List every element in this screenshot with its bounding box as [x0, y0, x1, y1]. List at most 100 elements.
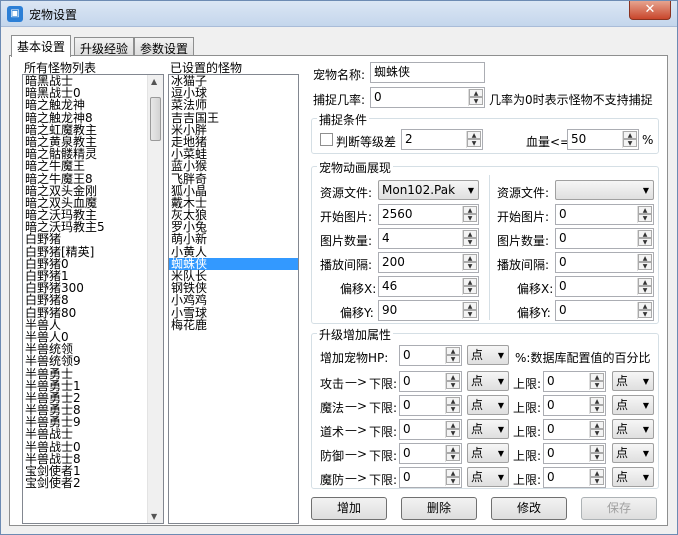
lower-limit-stepper[interactable]: 0 ▲ ▼ — [399, 443, 462, 464]
spin-arrows-icon[interactable]: ▲ ▼ — [589, 445, 604, 462]
scroll-up-icon[interactable]: ▲ — [151, 77, 157, 86]
level-diff-checkbox[interactable] — [320, 133, 333, 146]
save-button[interactable]: 保存 — [581, 497, 657, 520]
spin-arrows-icon[interactable]: ▲ ▼ — [468, 89, 483, 106]
set-monsters-listbox[interactable]: 冰猫子 逗小球 菜法师 吉吉国王 米小胖 走地猪 小菜蛙 蓝小猴 飞胖奇 狐小晶 戴木士 灰太狼 罗小兔… — [168, 74, 299, 524]
spin-arrows-icon[interactable]: ▲ ▼ — [462, 206, 477, 223]
spin-arrows-icon[interactable]: ▲ ▼ — [589, 421, 604, 438]
list-item[interactable]: 小鸡鸡 — [169, 294, 298, 306]
scroll-down-icon[interactable]: ▼ — [151, 512, 157, 521]
capture-rate-stepper[interactable]: 0 ▲ ▼ — [370, 87, 485, 108]
lower-limit-stepper[interactable]: 0 ▲ ▼ — [399, 371, 462, 392]
spin-arrows-icon[interactable]: ▲ ▼ — [445, 445, 460, 462]
upper-unit-select[interactable]: 点 ▼ — [612, 443, 654, 463]
spin-arrows-icon[interactable]: ▲ ▼ — [637, 206, 652, 223]
list-item[interactable]: 蓝小猴 — [169, 160, 298, 172]
spin-arrows-icon[interactable]: ▲ ▼ — [462, 254, 477, 271]
list-item[interactable]: 飞胖奇 — [169, 172, 298, 185]
upper-unit-select[interactable]: 点 ▼ — [612, 371, 654, 391]
upper-unit-select[interactable]: 点 ▼ — [612, 467, 654, 487]
left-start-stepper[interactable]: 2560 ▲ ▼ — [378, 204, 479, 225]
upper-limit-stepper[interactable]: 0 ▲ ▼ — [543, 395, 606, 416]
upper-unit-select[interactable]: 点 ▼ — [612, 395, 654, 415]
spin-arrows-icon[interactable]: ▲ ▼ — [462, 230, 477, 247]
right-start-stepper[interactable]: 0 ▲ ▼ — [555, 204, 654, 225]
upper-unit-select[interactable]: 点 ▼ — [612, 419, 654, 439]
tab-basic-settings[interactable]: 基本设置 — [11, 35, 72, 57]
add-hp-unit-select[interactable]: 点 ▼ — [467, 345, 509, 365]
hp-threshold-stepper[interactable]: 50 ▲ ▼ — [567, 129, 639, 150]
list-item[interactable]: 半兽战士 — [23, 428, 163, 440]
list-item[interactable]: 宝剑使者2 — [23, 477, 163, 489]
list-item[interactable]: 萌小新 — [169, 233, 298, 245]
title-bar[interactable]: ▣ 宠物设置 ✕ — [1, 1, 677, 27]
spin-arrows-icon[interactable]: ▲ ▼ — [445, 347, 460, 364]
spin-arrows-icon[interactable]: ▲ ▼ — [466, 131, 481, 148]
right-count-stepper[interactable]: 0 ▲ ▼ — [555, 228, 654, 249]
lower-unit-select[interactable]: 点 ▼ — [467, 395, 509, 415]
scrollbar-thumb[interactable] — [150, 97, 161, 141]
list-item[interactable]: 梅花鹿 — [169, 319, 298, 331]
spin-arrows-icon[interactable]: ▲ ▼ — [589, 469, 604, 486]
upper-limit-stepper[interactable]: 0 ▲ ▼ — [543, 443, 606, 464]
modify-button[interactable]: 修改 — [491, 497, 567, 520]
list-item[interactable]: 暗之触龙神8 — [23, 111, 163, 124]
spin-arrows-icon[interactable]: ▲ ▼ — [637, 230, 652, 247]
lower-limit-stepper[interactable]: 0 ▲ ▼ — [399, 395, 462, 416]
left-interval-stepper[interactable]: 200 ▲ ▼ — [378, 252, 479, 273]
spin-arrows-icon[interactable]: ▲ ▼ — [637, 278, 652, 295]
close-button[interactable]: ✕ — [629, 1, 671, 20]
lower-unit-select[interactable]: 点 ▼ — [467, 467, 509, 487]
right-interval-stepper[interactable]: 0 ▲ ▼ — [555, 252, 654, 273]
right-resource-select[interactable]: ▼ — [555, 180, 654, 200]
spin-arrows-icon[interactable]: ▲ ▼ — [445, 373, 460, 390]
pet-name-input[interactable]: 蜘蛛侠 — [370, 62, 485, 83]
upper-limit-stepper[interactable]: 0 ▲ ▼ — [543, 371, 606, 392]
list-item[interactable]: 小雪球 — [169, 306, 298, 319]
upper-limit-stepper[interactable]: 0 ▲ ▼ — [543, 467, 606, 488]
delete-button[interactable]: 删除 — [401, 497, 477, 520]
tab-upgrade-exp[interactable]: 升级经验 — [74, 37, 135, 56]
right-offy-stepper[interactable]: 0 ▲ ▼ — [555, 300, 654, 321]
list-item[interactable]: 白野猪80 — [23, 306, 163, 319]
list-item[interactable]: 半兽统领9 — [23, 355, 163, 367]
all-monsters-listbox[interactable]: ▲ ▼ 暗黑战士 暗黑战士0 暗之触龙神 暗之触龙神8 暗之虹魔教主 暗之黄泉教主 暗之骷髅… — [22, 74, 164, 524]
spin-arrows-icon[interactable]: ▲ ▼ — [637, 254, 652, 271]
spin-arrows-icon[interactable]: ▲ ▼ — [637, 302, 652, 319]
list-item[interactable]: 白野猪8 — [23, 294, 163, 306]
left-resource-select[interactable]: Mon102.Pak ▼ — [378, 180, 479, 200]
all-monsters-scrollbar[interactable]: ▲ ▼ — [147, 75, 163, 523]
left-offx-stepper[interactable]: 46 ▲ ▼ — [378, 276, 479, 297]
left-offy-stepper[interactable]: 90 ▲ ▼ — [378, 300, 479, 321]
spin-arrows-icon[interactable]: ▲ ▼ — [445, 469, 460, 486]
lower-unit-select[interactable]: 点 ▼ — [467, 419, 509, 439]
list-item[interactable]: 暗之牛魔王 — [23, 160, 163, 172]
list-item[interactable]: 暗之触龙神 — [23, 99, 163, 111]
spin-arrows-icon[interactable]: ▲ ▼ — [589, 397, 604, 414]
list-item[interactable]: 白野猪 — [23, 233, 163, 245]
spin-arrows-icon[interactable]: ▲ ▼ — [462, 278, 477, 295]
add-hp-stepper[interactable]: 0 ▲ ▼ — [399, 345, 462, 366]
left-count-stepper[interactable]: 4 ▲ ▼ — [378, 228, 479, 249]
spin-arrows-icon[interactable]: ▲ ▼ — [445, 397, 460, 414]
lower-limit-stepper[interactable]: 0 ▲ ▼ — [399, 467, 462, 488]
spin-arrows-icon[interactable]: ▲ ▼ — [622, 131, 637, 148]
add-button[interactable]: 增加 — [311, 497, 387, 520]
list-item[interactable]: 菜法师 — [169, 99, 298, 111]
spin-arrows-icon[interactable]: ▲ ▼ — [589, 373, 604, 390]
lower-unit-select[interactable]: 点 ▼ — [467, 371, 509, 391]
list-item[interactable]: 暗之牛魔王8 — [23, 172, 163, 185]
list-item[interactable]: 白野猪[精英] — [23, 246, 163, 258]
lower-limit-stepper[interactable]: 0 ▲ ▼ — [399, 419, 462, 440]
right-offx-stepper[interactable]: 0 ▲ ▼ — [555, 276, 654, 297]
list-item[interactable]: 半兽勇士 — [23, 367, 163, 380]
list-item[interactable]: 吉吉国王 — [169, 111, 298, 124]
spin-arrows-icon[interactable]: ▲ ▼ — [462, 302, 477, 319]
spin-arrows-icon[interactable]: ▲ ▼ — [445, 421, 460, 438]
upper-limit-stepper[interactable]: 0 ▲ ▼ — [543, 419, 606, 440]
lower-unit-select[interactable]: 点 ▼ — [467, 443, 509, 463]
list-item[interactable]: 半兽战士0 — [23, 441, 163, 453]
tab-param-settings[interactable]: 参数设置 — [134, 37, 195, 56]
level-diff-stepper[interactable]: 2 ▲ ▼ — [401, 129, 483, 150]
list-item[interactable]: 小黄人 — [169, 246, 298, 258]
